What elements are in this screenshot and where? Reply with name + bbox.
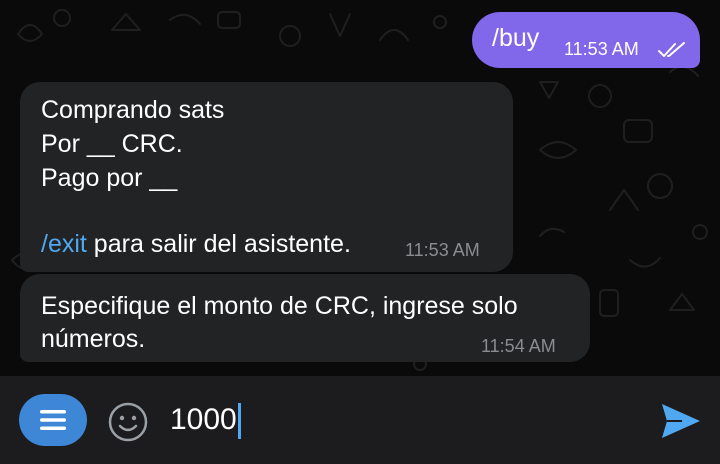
message-composer: 1000: [0, 376, 720, 464]
incoming-message-bubble[interactable]: Comprando sats Por __ CRC. Pago por __ /…: [20, 82, 513, 272]
exit-command-link[interactable]: /exit: [41, 230, 87, 258]
command-description: para salir del asistente.: [86, 230, 351, 258]
send-icon[interactable]: [660, 402, 702, 440]
message-line: números.: [41, 325, 146, 353]
text-cursor: [238, 403, 241, 439]
message-line: Pago por __: [41, 164, 178, 192]
message-text: /buy: [492, 24, 540, 52]
message-line: Comprando sats: [41, 96, 225, 124]
bot-menu-button[interactable]: [19, 394, 87, 446]
message-line: /exit para salir del asistente.: [41, 230, 351, 259]
message-timestamp: 11:53 AM: [564, 39, 639, 59]
double-check-icon: [658, 42, 685, 57]
outgoing-message-bubble[interactable]: /buy 11:53 AM: [472, 12, 700, 68]
chat-background: /buy 11:53 AM Comprando sats Por __ CRC.…: [0, 0, 720, 376]
message-timestamp: 11:53 AM: [405, 240, 480, 260]
message-input[interactable]: 1000: [170, 402, 237, 438]
message-line: Especifique el monto de CRC, ingrese sol…: [41, 292, 518, 320]
smiley-icon[interactable]: [107, 401, 149, 443]
incoming-message-bubble[interactable]: Especifique el monto de CRC, ingrese sol…: [20, 274, 590, 362]
message-timestamp: 11:54 AM: [481, 336, 556, 356]
message-line: Por __ CRC.: [41, 130, 183, 158]
menu-icon: [40, 410, 66, 430]
